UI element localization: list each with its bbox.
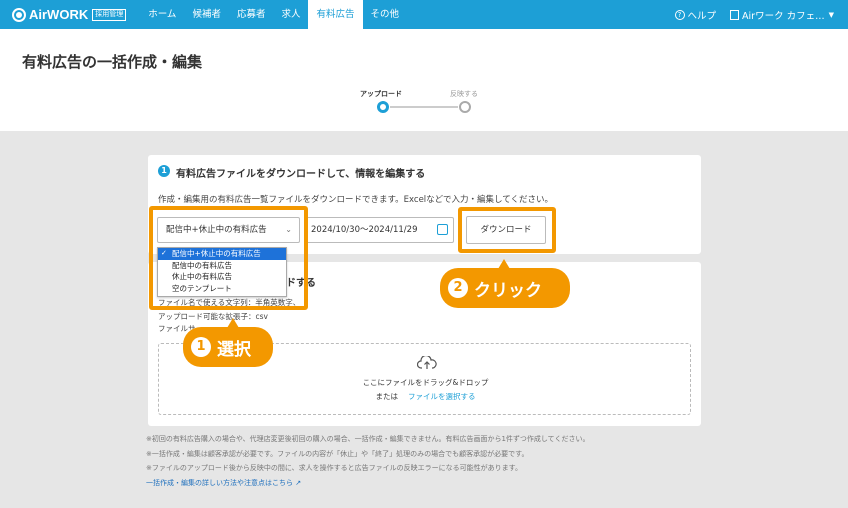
callout-click: 2 クリック [440, 259, 570, 308]
download-highlight-frame [458, 207, 556, 253]
dropzone-or: または [375, 392, 399, 401]
details-help-link-text: 一括作成・編集の詳しい方法や注意点はこちら [146, 478, 293, 487]
page-header: 有料広告の一括作成・編集 アップロード 反映する [0, 29, 848, 131]
step-apply-label: 反映する [450, 90, 478, 98]
step-connector [390, 106, 458, 108]
extension-rule: アップロード可能な拡張子：csv [158, 312, 268, 321]
nav-jobs[interactable]: 求人 [273, 0, 308, 29]
help-link[interactable]: ? ヘルプ [674, 8, 717, 22]
dropzone-or-line: または ファイルを選択する [159, 391, 692, 402]
nav-candidates[interactable]: 候補者 [184, 0, 229, 29]
logo-text: AirWORK [29, 7, 89, 22]
notes-block: ※初回の有料広告購入の場合や、代理店変更後初回の購入の場合、一括作成・編集できま… [146, 432, 706, 490]
external-link-icon: ↗ [295, 478, 302, 487]
details-help-link[interactable]: 一括作成・編集の詳しい方法や注意点はこちら ↗ [146, 476, 706, 490]
progress-stepper: アップロード 反映する [0, 87, 848, 127]
section-title: 有料広告ファイルをダウンロードして、情報を編集する [176, 169, 426, 180]
airwork-logo[interactable]: AirWORK 採用管理 [12, 7, 127, 22]
callout-select-number: 1 [191, 337, 211, 357]
top-nav-bar: AirWORK 採用管理 ホーム 候補者 応募者 求人 有料広告 その他 ? ヘ… [0, 0, 848, 29]
callout-select-label: 選択 [217, 339, 251, 360]
nav-other[interactable]: その他 [363, 0, 408, 29]
nav-home[interactable]: ホーム [140, 0, 184, 29]
step-apply-dot [459, 101, 471, 113]
building-icon [730, 9, 740, 20]
calendar-icon[interactable] [437, 224, 448, 235]
step-upload-dot [377, 101, 389, 113]
select-file-link[interactable]: ファイルを選択する [408, 392, 476, 401]
note-approval: ※一括作成・編集は顧客承認が必要です。ファイルの内容が「休止」や「終了」処理のみ… [146, 449, 529, 458]
section-number-badge: 1 [158, 165, 170, 177]
callout-click-number: 2 [448, 278, 468, 298]
account-name: Airワーク カフェ… [742, 10, 825, 22]
help-label: ヘルプ [687, 10, 717, 22]
page-title: 有料広告の一括作成・編集 [22, 53, 203, 71]
date-range-input[interactable]: 2024/10/30〜2024/11/29 [306, 217, 454, 243]
step-upload-label: アップロード [360, 90, 402, 98]
chevron-down-icon: ▼ [828, 10, 834, 19]
cloud-upload-icon [417, 356, 437, 369]
help-icon: ? [674, 9, 685, 20]
select-highlight-frame [149, 206, 308, 310]
top-right-menu: ? ヘルプ Airワーク カフェ… ▼ [674, 0, 834, 29]
nav-applicants[interactable]: 応募者 [229, 0, 274, 29]
section-description: 作成・編集用の有料広告一覧ファイルをダウンロードできます。Excelなどで入力・… [158, 195, 553, 205]
nav-paid-ads[interactable]: 有料広告 [308, 0, 363, 29]
callout-select: 1 選択 [183, 318, 273, 367]
dropzone-text: ここにファイルをドラッグ&ドロップ [362, 378, 489, 387]
note-upload-error: ※ファイルのアップロード後から反映中の間に、求人を操作すると広告ファイルの反映エ… [146, 464, 522, 472]
date-range-value: 2024/10/30〜2024/11/29 [311, 225, 418, 235]
callout-click-label: クリック [474, 280, 542, 301]
note-first-purchase: ※初回の有料広告購入の場合や、代理店変更後初回の購入の場合、一括作成・編集できま… [146, 435, 590, 443]
logo-badge: 採用管理 [92, 8, 127, 21]
main-nav: ホーム 候補者 応募者 求人 有料広告 その他 [140, 0, 407, 29]
account-menu[interactable]: Airワーク カフェ… ▼ [730, 8, 834, 22]
logo-icon [12, 7, 26, 22]
